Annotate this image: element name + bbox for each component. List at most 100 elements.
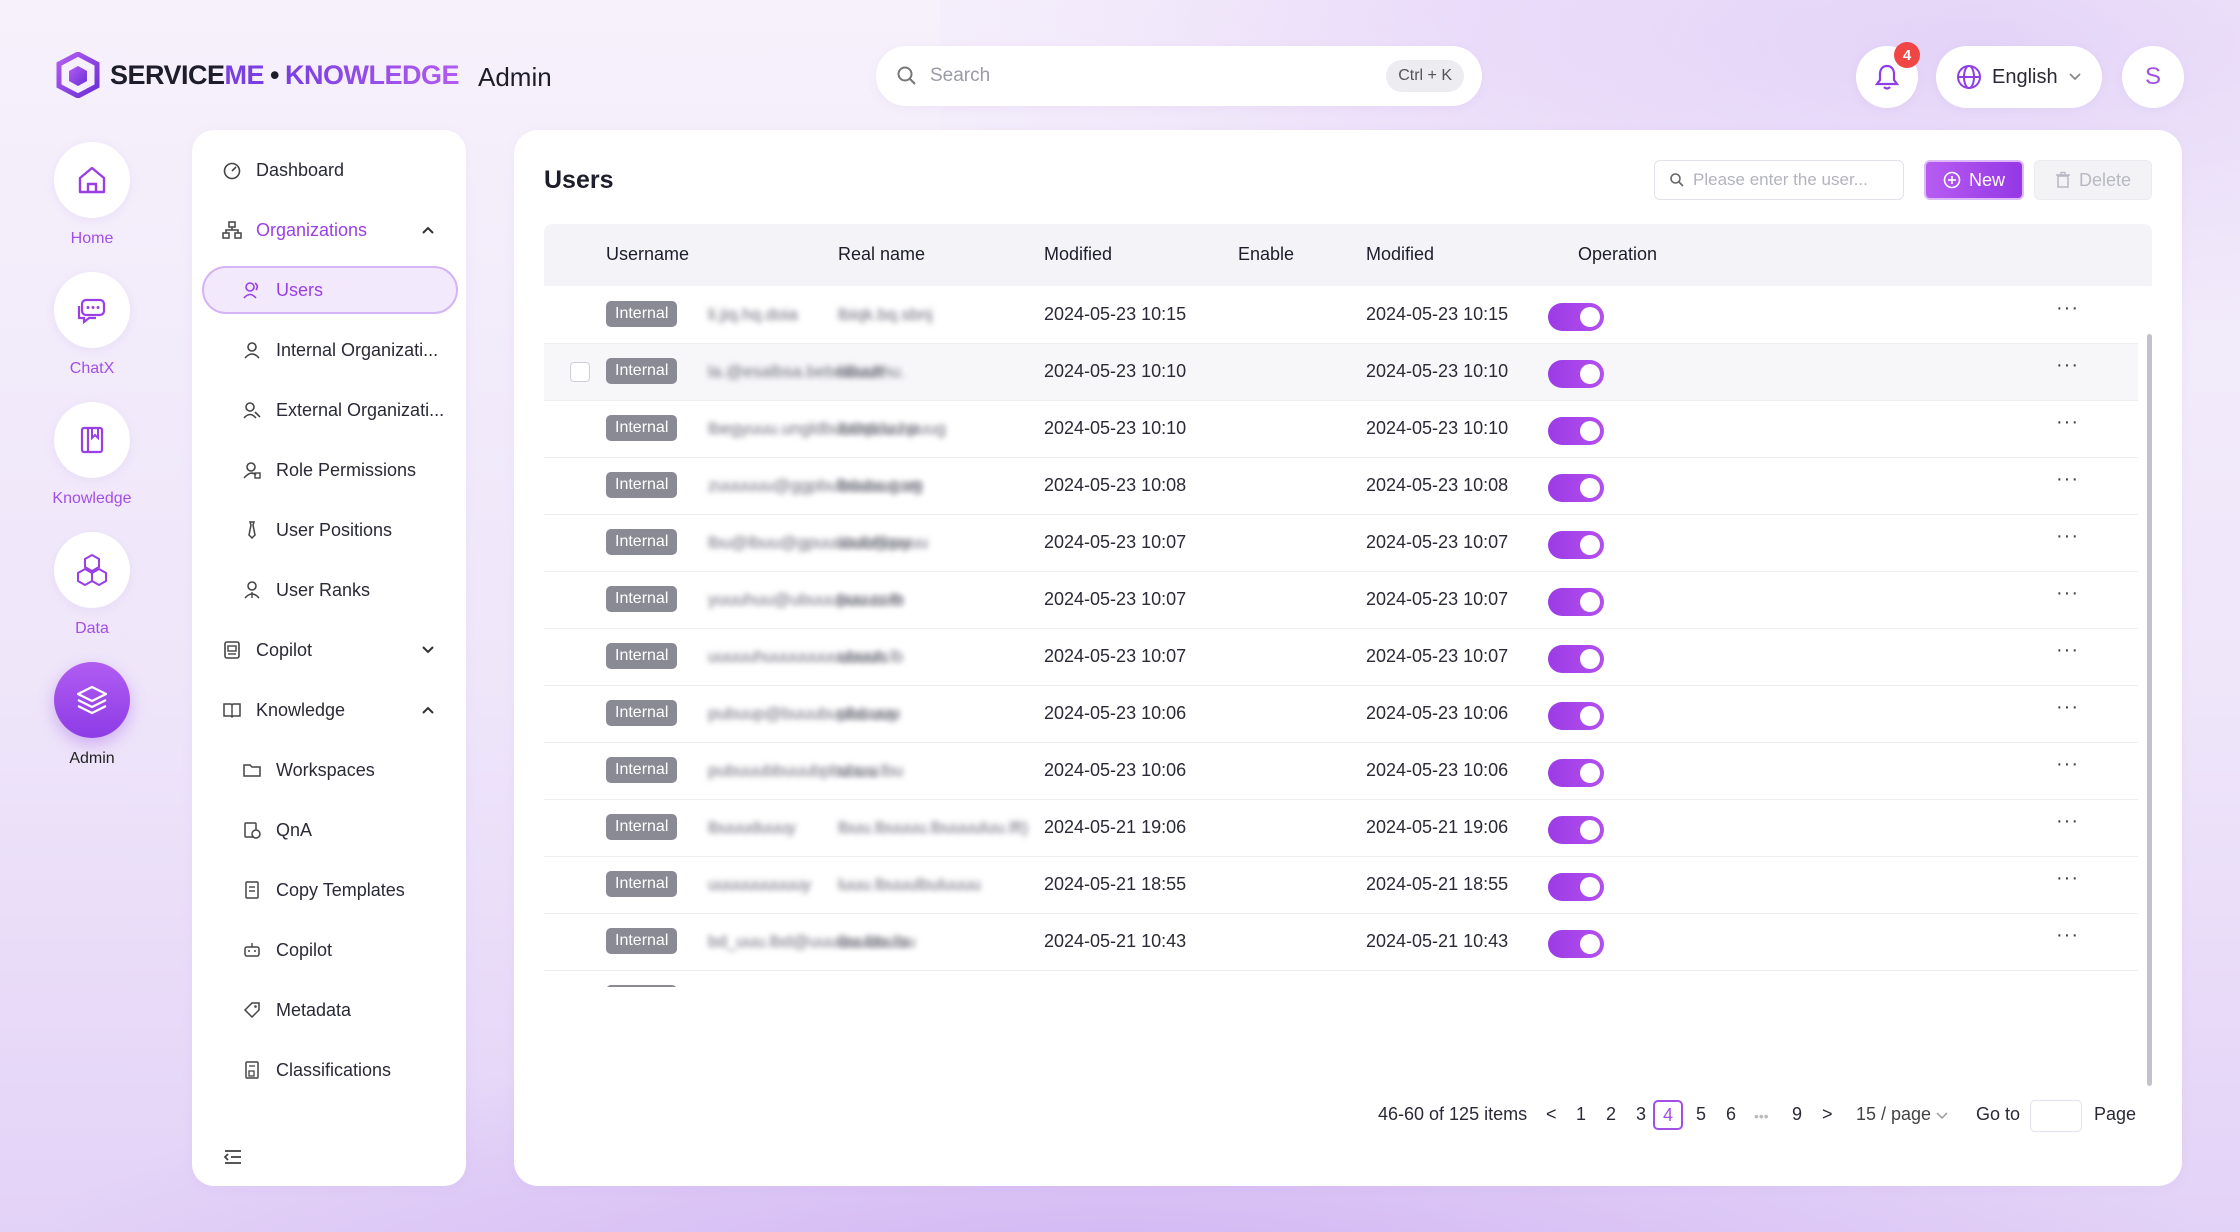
col-real-name[interactable]: Real name <box>838 244 925 265</box>
more-options-icon[interactable]: ··· <box>2056 753 2079 776</box>
nav-copy-templates[interactable]: Copy Templates <box>192 866 466 914</box>
table-row[interactable]: Internal lbegyuuu.ungldbuuthddu.hu lbuqu… <box>544 401 2138 458</box>
more-options-icon[interactable]: ··· <box>2056 981 2079 987</box>
notifications-button[interactable]: 4 <box>1856 42 1920 108</box>
real-name-cell: ubuuh.lb <box>838 647 904 666</box>
nav-qna[interactable]: QnA <box>192 806 466 854</box>
pager-page-1[interactable]: 1 <box>1576 1104 1586 1125</box>
nav-external-organizations[interactable]: External Organizati... <box>192 386 466 434</box>
table-row[interactable]: Internal yuuuhuu@ubuuubuu.com puuuu.lb 2… <box>544 572 2138 629</box>
table-row[interactable]: Internal lbu@lbuu@gpuuubuu@puuu luulbhuu… <box>544 515 2138 572</box>
pager-page-6[interactable]: 6 <box>1726 1104 1736 1125</box>
enable-toggle[interactable] <box>1548 360 1604 388</box>
col-modified-2[interactable]: Modified <box>1366 244 1434 265</box>
more-options-icon[interactable]: ··· <box>2056 639 2079 662</box>
more-options-icon[interactable]: ··· <box>2056 468 2079 491</box>
nav-users[interactable]: Users <box>202 266 458 314</box>
nav-workspaces[interactable]: Workspaces <box>192 746 466 794</box>
rail-item-knowledge[interactable]: Knowledge <box>52 402 132 508</box>
table-row[interactable]: Internal pubuuubbuuubpbu.u.u ubuu.lbu 20… <box>544 743 2138 800</box>
enable-toggle[interactable] <box>1548 417 1604 445</box>
section-title: Admin <box>478 62 552 92</box>
pager-page-2[interactable]: 2 <box>1606 1104 1616 1125</box>
nav-organizations[interactable]: Organizations <box>192 206 466 254</box>
modified-2-cell: 2024-05-23 10:06 <box>1366 703 1509 723</box>
more-options-icon[interactable]: ··· <box>2056 582 2079 605</box>
col-enable[interactable]: Enable <box>1238 244 1294 265</box>
nav-internal-organizations[interactable]: Internal Organizati... <box>192 326 466 374</box>
enable-toggle[interactable] <box>1548 702 1604 730</box>
more-options-icon[interactable]: ··· <box>2056 411 2079 434</box>
rail-home-button[interactable] <box>54 142 130 218</box>
nav-dashboard[interactable]: Dashboard <box>192 146 466 194</box>
rail-item-chatx[interactable]: ChatX <box>52 272 132 378</box>
table-row[interactable]: Internal bd_uuu.lbd@uuuuuuubu.u lbu.lbu.… <box>544 914 2138 971</box>
collapse-sidebar-icon[interactable] <box>222 1146 244 1168</box>
rail-admin-button[interactable] <box>54 662 130 738</box>
enable-toggle[interactable] <box>1548 930 1604 958</box>
nav-copilot-sub[interactable]: Copilot <box>192 926 466 974</box>
rail-item-admin[interactable]: Admin <box>52 662 132 768</box>
nav-user-positions[interactable]: User Positions <box>192 506 466 554</box>
pager-next[interactable]: > <box>1822 1104 1833 1125</box>
modified-cell: 2024-05-21 10:43 <box>1044 931 1187 951</box>
language-selector[interactable]: English <box>1936 46 2102 108</box>
new-user-button[interactable]: New <box>1924 160 2024 200</box>
page-size-select[interactable]: 15 / page <box>1856 1104 1948 1125</box>
rail-chatx-button[interactable] <box>54 272 130 348</box>
user-search-input[interactable]: Please enter the user... <box>1654 160 1904 200</box>
rail-item-data[interactable]: Data <box>52 532 132 638</box>
rail-knowledge-button[interactable] <box>54 402 130 478</box>
table-row[interactable]: Internal li.jiq.hq.doia lbiqk.bq.sbnj 20… <box>544 287 2138 344</box>
pager-page-4-current[interactable]: 4 <box>1653 1100 1683 1130</box>
enable-toggle[interactable] <box>1548 873 1604 901</box>
brand-logo[interactable]: SERVICEME • KNOWLEDGE <box>56 52 460 98</box>
col-username[interactable]: Username <box>606 244 689 265</box>
table-row[interactable]: Internal zuuuuuu@ggpbubdubu.com lbuuuug.… <box>544 458 2138 515</box>
enable-toggle[interactable] <box>1548 759 1604 787</box>
more-options-icon[interactable]: ··· <box>2056 924 2079 947</box>
enable-toggle[interactable] <box>1548 531 1604 559</box>
goto-input[interactable] <box>2030 1100 2082 1132</box>
internal-tag: Internal <box>606 529 678 555</box>
more-options-icon[interactable]: ··· <box>2056 867 2079 890</box>
pager-ellipsis[interactable]: ••• <box>1754 1108 1769 1124</box>
enable-toggle[interactable] <box>1548 645 1604 673</box>
pager-page-9[interactable]: 9 <box>1792 1104 1802 1125</box>
row-checkbox[interactable] <box>570 362 590 382</box>
enable-toggle[interactable] <box>1548 816 1604 844</box>
nav-user-ranks[interactable]: User Ranks <box>192 566 466 614</box>
table-row[interactable]: Internal la.@esalbsa.bebelbuuthu. laluuh… <box>544 344 2138 401</box>
pager-prev[interactable]: < <box>1546 1104 1557 1125</box>
table-row[interactable]: Internal bu_uuu.lb@buuuuubu.u.u lbu.luuu… <box>544 971 2138 987</box>
table-row[interactable]: Internal uuuuuhuuuuuuuuuuuuu ubuuh.lb 20… <box>544 629 2138 686</box>
pager-page-3[interactable]: 3 <box>1636 1104 1646 1125</box>
rail-item-home[interactable]: Home <box>52 142 132 248</box>
nav-role-permissions[interactable]: Role Permissions <box>192 446 466 494</box>
global-search[interactable]: Search Ctrl + K <box>876 46 1482 106</box>
admin-sidebar: Dashboard Organizations Users Internal O… <box>192 130 466 1186</box>
table-scrollbar[interactable] <box>2147 334 2152 1086</box>
col-modified[interactable]: Modified <box>1044 244 1112 265</box>
nav-copilot[interactable]: Copilot <box>192 626 466 674</box>
rail-label: Knowledge <box>52 490 132 507</box>
table-row[interactable]: Internal pubuup@buuubuubu.uuu plubuuy 20… <box>544 686 2138 743</box>
enable-toggle[interactable] <box>1548 588 1604 616</box>
table-row[interactable]: Internal uuuuuuuuuuy luuu.lbuuulbuluuuu … <box>544 857 2138 914</box>
enable-toggle[interactable] <box>1548 303 1604 331</box>
nav-metadata[interactable]: Metadata <box>192 986 466 1034</box>
table-row[interactable]: Internal lbuuuduuuy lbuu.lbuuuu.lbuuuulu… <box>544 800 2138 857</box>
more-options-icon[interactable]: ··· <box>2056 810 2079 833</box>
more-options-icon[interactable]: ··· <box>2056 354 2079 377</box>
user-avatar[interactable]: S <box>2122 46 2184 108</box>
enable-toggle[interactable] <box>1548 474 1604 502</box>
pager-page-5[interactable]: 5 <box>1696 1104 1706 1125</box>
more-options-icon[interactable]: ··· <box>2056 297 2079 320</box>
nav-knowledge[interactable]: Knowledge <box>192 686 466 734</box>
more-options-icon[interactable]: ··· <box>2056 525 2079 548</box>
rail-data-button[interactable] <box>54 532 130 608</box>
delete-button[interactable]: Delete <box>2034 160 2152 200</box>
nav-classifications[interactable]: Classifications <box>192 1046 466 1094</box>
more-options-icon[interactable]: ··· <box>2056 696 2079 719</box>
nav-label: Metadata <box>276 999 352 1020</box>
